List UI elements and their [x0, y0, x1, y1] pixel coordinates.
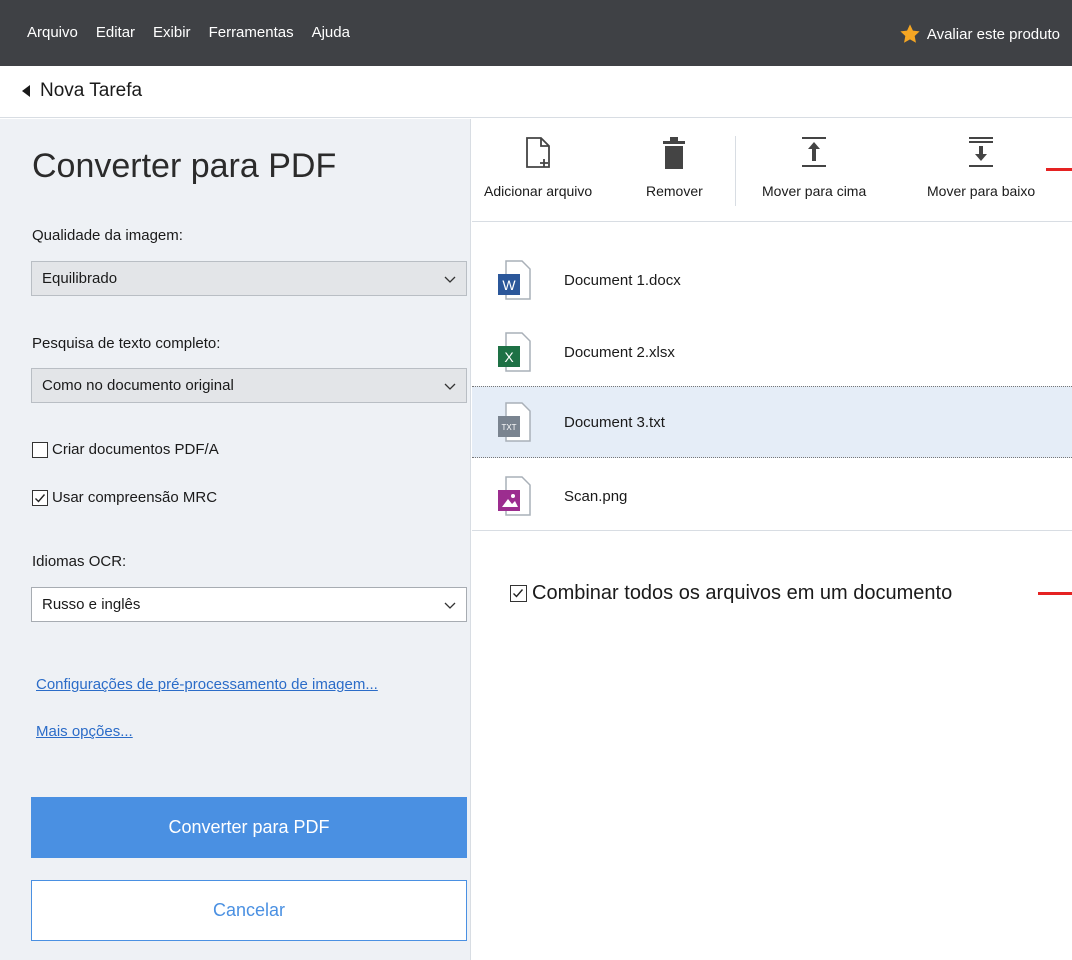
chevron-down-icon [444, 602, 456, 609]
mrc-checkbox-label: Usar compreensão MRC [52, 489, 218, 506]
move-down-label: Mover para baixo [927, 183, 1036, 199]
combine-files-label: Combinar todos os arquivos em um documen… [532, 582, 953, 604]
move-up-icon [802, 137, 827, 167]
menu-ferramentas[interactable]: Ferramentas [209, 24, 294, 41]
annotation-marker [1038, 592, 1072, 595]
menu-arquivo[interactable]: Arquivo [27, 24, 78, 41]
add-file-label: Adicionar arquivo [484, 183, 593, 199]
more-options-link[interactable]: Mais opções... [36, 723, 133, 740]
add-file-icon [526, 137, 550, 168]
preprocess-settings-link[interactable]: Configurações de pré-processamento de im… [36, 676, 378, 693]
pdfa-checkbox-box[interactable] [32, 441, 48, 458]
panel-title: Converter para PDF [32, 147, 337, 185]
add-file-button[interactable]: Adicionar arquivo [484, 119, 592, 199]
toolbar: Adicionar arquivo Remover Mover para cim… [472, 119, 1072, 222]
back-button[interactable]: Nova Tarefa [22, 80, 142, 102]
remove-label: Remover [646, 183, 703, 199]
nav-bar: Nova Tarefa [0, 66, 1072, 118]
image-quality-label: Qualidade da imagem: [32, 227, 183, 244]
move-down-icon [969, 137, 994, 167]
mrc-checkbox-box[interactable] [32, 489, 48, 506]
chevron-down-icon [444, 383, 456, 390]
remove-button[interactable]: Remover [646, 119, 703, 199]
text-search-label: Pesquisa de texto completo: [32, 335, 221, 352]
mrc-checkbox[interactable]: Usar compreensão MRC [32, 489, 217, 506]
text-search-value: Como no documento original [42, 377, 234, 394]
list-divider [472, 530, 1072, 531]
excel-file-icon: X [498, 332, 531, 372]
file-row[interactable]: X Document 2.xlsx [472, 316, 1072, 388]
svg-text:X: X [504, 349, 514, 365]
back-arrow-icon [22, 85, 30, 97]
file-name: Document 1.docx [564, 271, 681, 289]
menu-items: Arquivo Editar Exibir Ferramentas Ajuda [27, 24, 350, 41]
image-quality-value: Equilibrado [42, 270, 118, 287]
svg-text:W: W [502, 277, 516, 293]
combine-checkbox-box[interactable] [510, 585, 527, 602]
cancel-button[interactable]: Cancelar [31, 880, 467, 941]
menu-ajuda[interactable]: Ajuda [312, 24, 350, 41]
menu-bar: Arquivo Editar Exibir Ferramentas Ajuda … [0, 0, 1072, 66]
menu-editar[interactable]: Editar [96, 24, 135, 41]
word-file-icon: W [498, 260, 531, 300]
image-file-icon [498, 476, 531, 516]
svg-text:TXT: TXT [501, 423, 516, 432]
menu-exibir[interactable]: Exibir [153, 24, 191, 41]
checkmark-icon [35, 493, 46, 503]
trash-icon [663, 137, 686, 169]
settings-panel: Converter para PDF Qualidade da imagem: … [0, 119, 471, 960]
move-up-label: Mover para cima [762, 183, 867, 199]
combine-files-checkbox[interactable]: Combinar todos os arquivos em um documen… [510, 582, 952, 605]
rate-product-button[interactable]: Avaliar este produto [899, 23, 1060, 45]
annotation-marker [1046, 168, 1072, 171]
toolbar-separator [735, 136, 736, 206]
file-name: Document 3.txt [564, 413, 665, 431]
file-row[interactable]: W Document 1.docx [472, 244, 1072, 316]
pdfa-checkbox[interactable]: Criar documentos PDF/A [32, 441, 219, 458]
star-icon [900, 24, 920, 43]
chevron-down-icon [444, 276, 456, 283]
back-label: Nova Tarefa [40, 80, 143, 101]
file-row[interactable]: Scan.png [472, 460, 1072, 532]
move-down-button[interactable]: Mover para baixo [927, 119, 1035, 199]
pdfa-checkbox-label: Criar documentos PDF/A [52, 441, 219, 458]
convert-button[interactable]: Converter para PDF [31, 797, 467, 858]
checkmark-icon [513, 589, 524, 598]
move-up-button[interactable]: Mover para cima [762, 119, 866, 199]
ocr-languages-select[interactable]: Russo e inglês [31, 587, 467, 622]
file-name: Scan.png [564, 487, 628, 505]
file-name: Document 2.xlsx [564, 343, 675, 361]
text-search-select[interactable]: Como no documento original [31, 368, 467, 403]
image-quality-select[interactable]: Equilibrado [31, 261, 467, 296]
rate-product-label: Avaliar este produto [926, 25, 1060, 43]
ocr-languages-label: Idiomas OCR: [32, 553, 127, 570]
ocr-languages-value: Russo e inglês [42, 596, 141, 613]
text-file-icon: TXT [498, 402, 531, 442]
file-row-selected[interactable]: TXT Document 3.txt [472, 386, 1072, 458]
